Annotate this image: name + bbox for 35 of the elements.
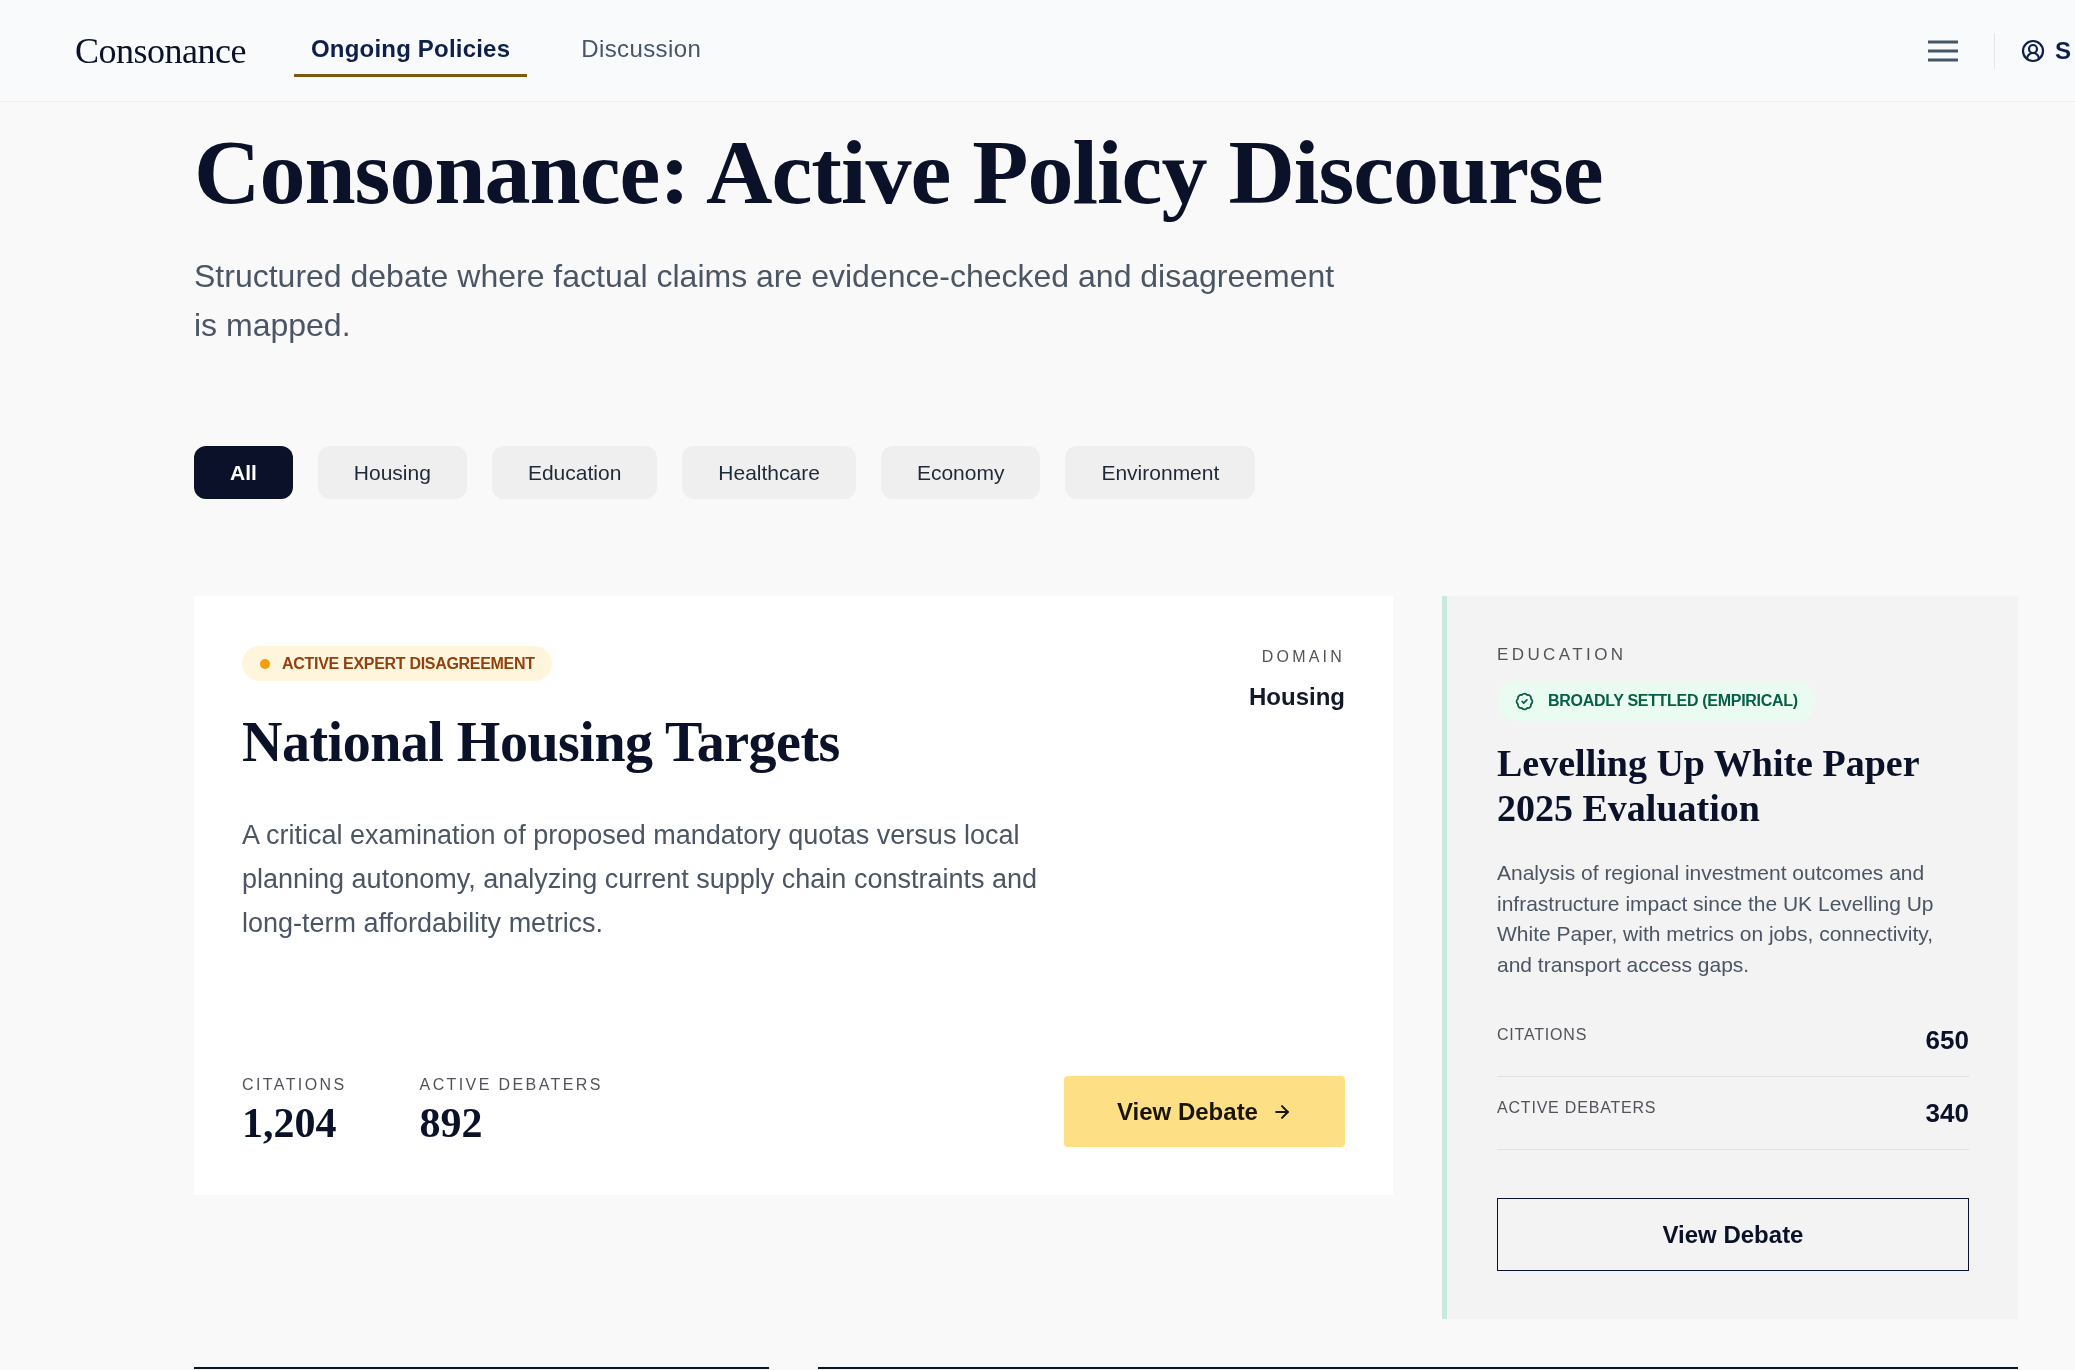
view-debate-button[interactable]: View Debate bbox=[1497, 1198, 1969, 1271]
stat-value: 1,204 bbox=[242, 1099, 338, 1147]
stat-value: 892 bbox=[419, 1099, 484, 1147]
stat-label: ACTIVE DEBATERS bbox=[1497, 1098, 1657, 1118]
page-title: Consonance: Active Policy Discourse bbox=[194, 122, 1603, 222]
stat-value: 650 bbox=[1925, 1024, 1969, 1056]
status-label: ACTIVE EXPERT DISAGREEMENT bbox=[282, 653, 535, 674]
status-label: BROADLY SETTLED (EMPIRICAL) bbox=[1548, 691, 1798, 711]
filter-chip[interactable]: Education bbox=[491, 446, 658, 499]
domain-value: Housing bbox=[1249, 682, 1345, 712]
filter-chip[interactable]: Housing bbox=[317, 446, 467, 499]
debate-summary: Analysis of regional investment outcomes and infrastructure impact since the UK Levelling Up White Paper, with metrics on jobs, connectivity, and transport access gaps. bbox=[1497, 860, 1935, 978]
user-icon bbox=[2021, 38, 2045, 63]
debate-title: Levelling Up White Paper 2025 Evaluation bbox=[1497, 741, 1920, 831]
category-label: EDUCATION bbox=[1497, 644, 1628, 666]
debate-title: National Housing Targets bbox=[242, 710, 841, 774]
menu-icon bbox=[1928, 39, 1958, 62]
debate-summary: A critical examination of proposed mandatory quotas versus local planning autonomy, analyzing current supply chain constraints and long-term affordability metrics. bbox=[242, 819, 1038, 940]
stat-value: 340 bbox=[1925, 1097, 1969, 1129]
filter-chip[interactable]: Economy bbox=[880, 446, 1041, 499]
filter-chip[interactable]: Environment bbox=[1065, 446, 1256, 499]
stat-label: CITATIONS bbox=[242, 1075, 347, 1095]
filter-chip[interactable]: All bbox=[194, 446, 293, 499]
menu-button[interactable] bbox=[1928, 39, 1958, 62]
stat-label: ACTIVE DEBATERS bbox=[419, 1075, 603, 1095]
filter-chip[interactable]: Healthcare bbox=[682, 446, 856, 499]
badge-check-icon bbox=[1515, 691, 1534, 711]
stat-label: CITATIONS bbox=[1497, 1025, 1588, 1045]
account-button[interactable]: S bbox=[2021, 36, 2071, 65]
domain-label: DOMAIN bbox=[1261, 647, 1345, 667]
view-debate-button[interactable]: View Debate bbox=[1064, 1076, 1345, 1147]
nav-tab[interactable]: Ongoing Policies bbox=[293, 24, 528, 77]
logo: Consonance bbox=[75, 30, 246, 71]
page-subtitle: Structured debate where factual claims are evidence-checked and disagreement is mapped. bbox=[194, 257, 1336, 345]
nav-tab[interactable]: Discussion bbox=[564, 24, 719, 77]
